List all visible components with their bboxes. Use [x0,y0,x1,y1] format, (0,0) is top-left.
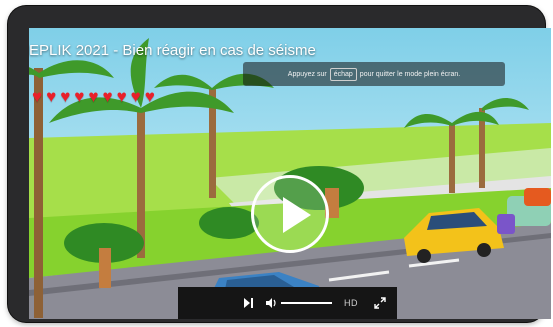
video-title: EPLIK 2021 - Bien réagir en cas de séism… [29,42,316,59]
heart-icon: ♥ [88,87,99,106]
heart-icon: ♥ [74,87,85,106]
hd-quality-label[interactable]: HD [344,298,358,308]
heart-icon: ♥ [102,87,113,106]
play-button[interactable] [251,175,329,253]
heart-icon: ♥ [60,87,71,106]
heart-icon: ♥ [46,87,57,106]
skip-next-icon[interactable] [244,296,254,314]
volume-slider-fill [281,302,332,304]
fullscreen-hint-suffix: pour quitter le mode plein écran. [359,70,461,78]
hearts-row: ♥ ♥ ♥ ♥ ♥ ♥ ♥ ♥ ♥ [32,88,155,105]
video-player[interactable]: EPLIK 2021 - Bien réagir en cas de séism… [29,28,551,319]
heart-icon: ♥ [144,87,155,106]
fullscreen-hint-prefix: Appuyez sur [287,70,327,78]
heart-icon: ♥ [130,87,141,106]
exit-fullscreen-icon[interactable] [374,296,386,314]
video-control-bar: HD [178,287,397,319]
tablet-frame: EPLIK 2021 - Bien réagir en cas de séism… [8,6,551,322]
heart-icon: ♥ [116,87,127,106]
play-icon [283,197,311,233]
volume-slider[interactable] [281,302,332,304]
escape-key-label: échap [329,67,357,81]
fullscreen-exit-hint: Appuyez sur échap pour quitter le mode p… [243,62,505,86]
volume-icon[interactable] [265,296,277,314]
heart-icon: ♥ [32,87,43,106]
